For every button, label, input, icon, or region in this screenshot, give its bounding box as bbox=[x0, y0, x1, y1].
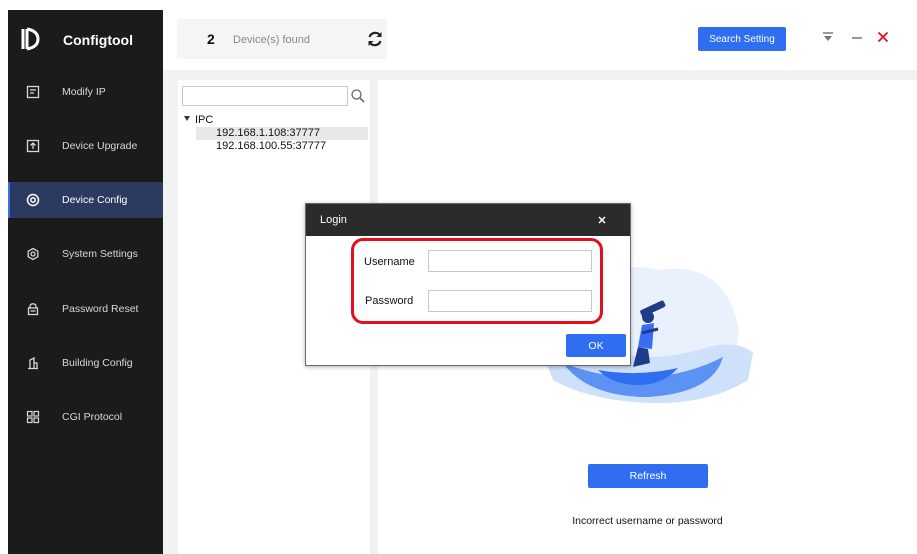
refresh-icon[interactable] bbox=[365, 29, 385, 49]
sidebar-item-label: System Settings bbox=[62, 248, 138, 260]
brand: Configtool bbox=[8, 10, 163, 68]
device-search-input[interactable] bbox=[182, 86, 348, 106]
system-settings-icon bbox=[27, 247, 39, 261]
dialog-header: Login bbox=[306, 204, 630, 236]
search-icon[interactable] bbox=[350, 88, 366, 104]
password-label: Password bbox=[365, 295, 414, 307]
configtool-logo-icon bbox=[21, 27, 40, 51]
sidebar-item-label: Password Reset bbox=[62, 303, 139, 315]
dialog-title: Login bbox=[320, 214, 347, 226]
device-count-box: 2 Device(s) found bbox=[177, 19, 387, 59]
sidebar-item-label: Device Upgrade bbox=[62, 140, 138, 152]
sidebar-item-cgi-protocol[interactable]: CGI Protocol bbox=[8, 399, 163, 435]
device-config-icon bbox=[26, 193, 40, 207]
device-count: 2 bbox=[207, 31, 215, 47]
sidebar-item-label: Device Config bbox=[62, 194, 128, 206]
sidebar-item-label: Building Config bbox=[62, 357, 133, 369]
username-field[interactable] bbox=[428, 250, 592, 272]
minimize-icon[interactable] bbox=[850, 30, 864, 44]
top-bar: 2 Device(s) found Search Setting bbox=[163, 10, 917, 70]
password-reset-icon bbox=[27, 303, 39, 316]
sidebar-item-label: CGI Protocol bbox=[62, 411, 123, 423]
sidebar-item-label: Modify IP bbox=[62, 86, 106, 98]
app-name: Configtool bbox=[63, 32, 133, 48]
search-setting-button[interactable]: Search Setting bbox=[698, 27, 786, 51]
tree-root-label: IPC bbox=[195, 114, 214, 126]
refresh-button[interactable]: Refresh bbox=[588, 464, 708, 488]
sidebar-item-password-reset[interactable]: Password Reset bbox=[8, 291, 163, 327]
tree-root-ipc[interactable]: IPC bbox=[184, 114, 213, 126]
login-dialog: Login Username Password OK bbox=[305, 203, 631, 366]
upgrade-icon bbox=[26, 139, 40, 153]
username-label: Username bbox=[364, 256, 415, 268]
caret-down-icon bbox=[184, 116, 190, 121]
sidebar: Configtool Modify IP Device Upgrade Devi… bbox=[8, 10, 163, 554]
modify-ip-icon bbox=[26, 85, 40, 99]
sidebar-item-building-config[interactable]: Building Config bbox=[8, 345, 163, 381]
sidebar-item-system-settings[interactable]: System Settings bbox=[8, 236, 163, 272]
sidebar-item-device-config[interactable]: Device Config bbox=[8, 182, 163, 218]
device-count-label: Device(s) found bbox=[233, 34, 311, 46]
filter-icon[interactable] bbox=[821, 30, 835, 44]
building-config-icon bbox=[28, 356, 38, 370]
tree-item-device[interactable]: 192.168.1.108:37777 bbox=[196, 127, 368, 140]
ok-button[interactable]: OK bbox=[566, 334, 626, 357]
tree-item-device[interactable]: 192.168.100.55:37777 bbox=[196, 140, 368, 153]
password-field[interactable] bbox=[428, 290, 592, 312]
cgi-protocol-icon bbox=[26, 410, 40, 424]
error-message: Incorrect username or password bbox=[572, 515, 723, 527]
sidebar-item-modify-ip[interactable]: Modify IP bbox=[8, 74, 163, 110]
sidebar-item-device-upgrade[interactable]: Device Upgrade bbox=[8, 128, 163, 164]
close-icon[interactable] bbox=[876, 30, 890, 44]
close-icon[interactable] bbox=[596, 214, 608, 226]
